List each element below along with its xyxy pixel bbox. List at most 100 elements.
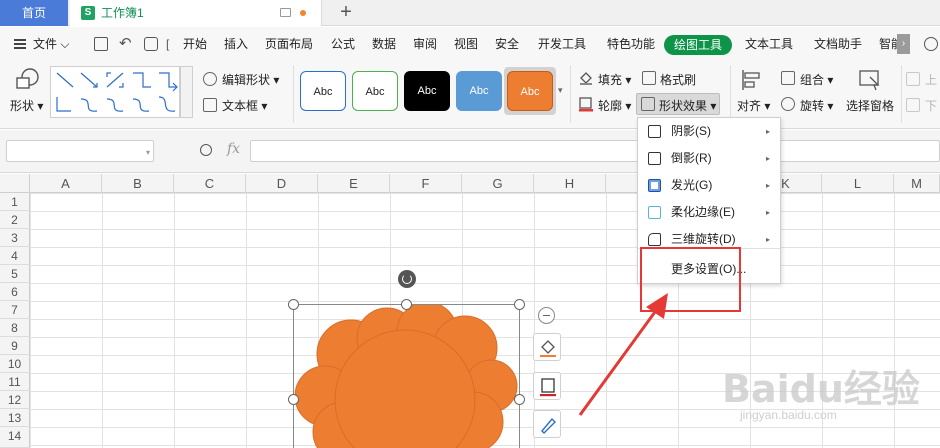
menu-developer[interactable]: 开发工具 bbox=[538, 27, 586, 61]
menu-text-tools[interactable]: 文本工具 bbox=[745, 27, 793, 61]
fx-icon[interactable]: fx bbox=[227, 141, 240, 157]
resize-handle-right[interactable] bbox=[514, 394, 525, 405]
name-box-dropdown-icon[interactable]: ▾ bbox=[146, 148, 150, 157]
row-header-2[interactable]: 2 bbox=[0, 211, 30, 229]
print-icon[interactable] bbox=[144, 37, 158, 51]
send-backward-button[interactable]: 下 bbox=[925, 97, 937, 114]
save-icon[interactable] bbox=[94, 37, 108, 51]
select-all-corner[interactable] bbox=[0, 174, 30, 193]
rotate-button[interactable]: 旋转 ▾ bbox=[800, 97, 833, 114]
style-preset-black[interactable]: Abc bbox=[404, 71, 450, 111]
column-header-b[interactable]: B bbox=[102, 174, 174, 193]
reflection-icon bbox=[648, 152, 661, 165]
column-header-e[interactable]: E bbox=[318, 174, 390, 193]
menu-item-shadow[interactable]: 阴影(S) ▸ bbox=[638, 118, 780, 145]
gallery-scroll-button[interactable] bbox=[180, 66, 193, 118]
column-header-d[interactable]: D bbox=[246, 174, 318, 193]
menu-insert[interactable]: 插入 bbox=[224, 27, 248, 61]
menu-start[interactable]: 开始 bbox=[183, 27, 207, 61]
row-header-10[interactable]: 10 bbox=[0, 355, 30, 373]
menu-doc-assistant[interactable]: 文档助手 bbox=[814, 27, 862, 61]
tab-workbook[interactable]: S 工作簿1 bbox=[70, 0, 322, 26]
style-preset-white[interactable]: Abc bbox=[300, 71, 346, 111]
menu-item-glow[interactable]: 发光(G) ▸ bbox=[638, 172, 780, 199]
style-gallery-more-icon[interactable]: ▾ bbox=[558, 85, 563, 96]
collapse-ribbon-icon[interactable] bbox=[924, 37, 938, 51]
menu-special-features[interactable]: 特色功能 bbox=[607, 27, 655, 61]
column-header-l[interactable]: L bbox=[822, 174, 894, 193]
menu-item-soft-edges-label: 柔化边缘(E) bbox=[671, 205, 735, 219]
row-header-11[interactable]: 11 bbox=[0, 373, 30, 391]
zoom-search-icon[interactable] bbox=[200, 144, 212, 156]
column-header-a[interactable]: A bbox=[30, 174, 102, 193]
column-header-h[interactable]: H bbox=[534, 174, 606, 193]
bring-forward-button[interactable]: 上 bbox=[925, 71, 937, 88]
shadow-icon bbox=[648, 125, 661, 138]
hamburger-menu-icon[interactable] bbox=[14, 39, 26, 49]
resize-handle-top[interactable] bbox=[401, 299, 412, 310]
name-box[interactable]: ▾ bbox=[6, 140, 154, 162]
selection-pane-button[interactable]: 选择窗格 bbox=[846, 97, 894, 114]
menu-drawing-tools[interactable]: 绘图工具 bbox=[664, 35, 733, 55]
shape-gallery[interactable] bbox=[50, 66, 180, 118]
resize-handle-left[interactable] bbox=[288, 394, 299, 405]
row-header-1[interactable]: 1 bbox=[0, 193, 30, 211]
menu-data[interactable]: 数据 bbox=[372, 27, 396, 61]
format-brush-button[interactable]: 格式刷 bbox=[660, 71, 696, 88]
row-header-3[interactable]: 3 bbox=[0, 229, 30, 247]
resize-handle-top-right[interactable] bbox=[514, 299, 525, 310]
align-button[interactable]: 对齐 ▾ bbox=[737, 97, 770, 114]
row-header-5[interactable]: 5 bbox=[0, 265, 30, 283]
menu-security[interactable]: 安全 bbox=[495, 27, 519, 61]
menu-item-reflection[interactable]: 倒影(R) ▸ bbox=[638, 145, 780, 172]
shape-icon[interactable] bbox=[14, 67, 40, 91]
shape-effects-button[interactable]: 形状效果 ▾ bbox=[636, 93, 720, 115]
column-header-g[interactable]: G bbox=[462, 174, 534, 193]
menu-scroll-right-button[interactable]: › bbox=[897, 34, 910, 54]
rotate-handle-icon[interactable] bbox=[398, 270, 416, 288]
align-icon bbox=[742, 70, 760, 90]
style-preset-blue[interactable]: Abc bbox=[456, 71, 502, 111]
row-header-13[interactable]: 13 bbox=[0, 409, 30, 427]
monitor-icon[interactable] bbox=[280, 8, 291, 17]
menu-review[interactable]: 审阅 bbox=[413, 27, 437, 61]
tab-home[interactable]: 首页 bbox=[0, 0, 68, 26]
menu-item-soft-edges[interactable]: 柔化边缘(E) ▸ bbox=[638, 199, 780, 226]
resize-handle-top-left[interactable] bbox=[288, 299, 299, 310]
float-brush-button[interactable] bbox=[533, 410, 561, 438]
row-header-14[interactable]: 14 bbox=[0, 427, 30, 448]
new-tab-button[interactable]: + bbox=[336, 0, 356, 26]
undo-icon[interactable]: ↶ bbox=[119, 27, 132, 61]
float-outline-button[interactable] bbox=[533, 372, 561, 400]
style-preset-green[interactable]: Abc bbox=[352, 71, 398, 111]
text-box-button[interactable]: 文本框 ▾ bbox=[222, 97, 267, 114]
float-fill-button[interactable] bbox=[533, 333, 561, 361]
file-menu[interactable]: 文件 ⌵ bbox=[33, 27, 69, 61]
row-header-7[interactable]: 7 bbox=[0, 301, 30, 319]
group-button[interactable]: 组合 ▾ bbox=[800, 71, 833, 88]
spreadsheet-icon: S bbox=[81, 6, 95, 20]
edit-shape-button[interactable]: 编辑形状 ▾ bbox=[222, 71, 279, 88]
title-bar: 首页 S 工作簿1 + bbox=[0, 0, 940, 26]
menu-formulas[interactable]: 公式 bbox=[331, 27, 355, 61]
column-header-f[interactable]: F bbox=[390, 174, 462, 193]
menu-view[interactable]: 视图 bbox=[454, 27, 478, 61]
column-header-m[interactable]: M bbox=[894, 174, 940, 193]
fill-bucket-icon bbox=[540, 340, 556, 357]
row-header-8[interactable]: 8 bbox=[0, 319, 30, 337]
shape-button[interactable]: 形状 ▾ bbox=[10, 97, 43, 114]
row-header-4[interactable]: 4 bbox=[0, 247, 30, 265]
style-preset-orange[interactable]: Abc bbox=[507, 71, 553, 111]
row-header-6[interactable]: 6 bbox=[0, 283, 30, 301]
menu-page-layout[interactable]: 页面布局 bbox=[265, 27, 313, 61]
fill-button[interactable]: 填充 ▾ bbox=[598, 71, 631, 88]
collapse-float-toolbar-icon[interactable] bbox=[538, 307, 555, 324]
menu-item-reflection-label: 倒影(R) bbox=[671, 151, 712, 165]
column-header-c[interactable]: C bbox=[174, 174, 246, 193]
more-quick-icon[interactable]: [ bbox=[166, 27, 169, 61]
row-header-9[interactable]: 9 bbox=[0, 337, 30, 355]
outline-button[interactable]: 轮廓 ▾ bbox=[598, 97, 631, 114]
row-header-12[interactable]: 12 bbox=[0, 391, 30, 409]
formula-input[interactable] bbox=[250, 140, 940, 162]
watermark-url: jingyan.baidu.com bbox=[740, 408, 837, 422]
